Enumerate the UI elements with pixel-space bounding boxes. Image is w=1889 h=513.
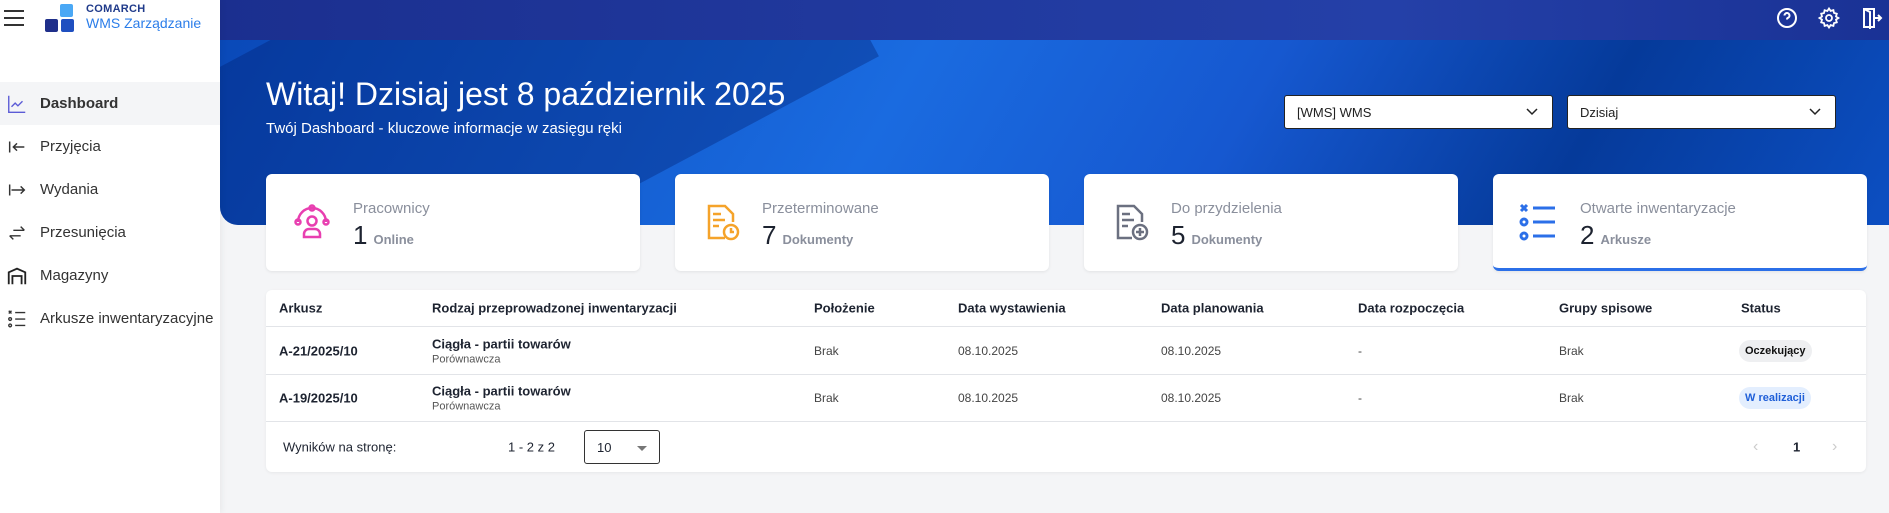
sidebar-item-label: Wydania xyxy=(40,181,99,198)
warehouse-select-value: [WMS] WMS xyxy=(1297,105,1372,120)
column-header[interactable]: Rodzaj przeprowadzonej inwentaryzacji xyxy=(432,301,677,316)
page-range: 1 - 2 z 2 xyxy=(508,439,555,455)
card-unit: Dokumenty xyxy=(782,232,854,247)
cell-data-rozpoczecia: - xyxy=(1358,343,1362,358)
logout-door-icon[interactable] xyxy=(1859,6,1883,30)
card-value: 5 xyxy=(1171,220,1186,250)
chevron-down-icon xyxy=(1809,108,1821,116)
cell-polozenie: Brak xyxy=(814,391,839,405)
status-badge: Oczekujący xyxy=(1739,339,1812,362)
pagination: Wyników na stronę: 10 1 - 2 z 2 ‹ 1 › xyxy=(266,422,1866,472)
sidebar-item-magazyny[interactable]: Magazyny xyxy=(0,254,220,297)
period-select-value: Dzisiaj xyxy=(1580,105,1619,120)
sidebar-item-label: Dashboard xyxy=(40,95,119,112)
hamburger-menu-icon[interactable] xyxy=(4,10,24,26)
cell-data-wystawienia: 08.10.2025 xyxy=(958,391,1019,405)
settings-gear-icon[interactable] xyxy=(1817,6,1841,30)
sidebar-item-label: Arkusze inwentaryzacyjne xyxy=(40,310,214,327)
employee-network-icon xyxy=(294,204,330,239)
sidebar-item-przesuniecia[interactable]: Przesunięcia xyxy=(0,211,220,254)
status-badge: W realizacji xyxy=(1739,387,1811,409)
cell-grupy: Brak xyxy=(1559,391,1584,405)
card-label: Przeterminowane xyxy=(762,200,879,217)
table-row[interactable]: A-19/2025/10 Ciągła - partii towarów Poró… xyxy=(266,375,1866,422)
column-header[interactable]: Data planowania xyxy=(1161,301,1264,316)
card-do-przydzielenia[interactable]: Do przydzielenia 5 Dokumenty xyxy=(1084,174,1458,271)
cell-rodzaj-sub: Porównawcza xyxy=(432,353,501,365)
column-header[interactable]: Arkusz xyxy=(279,301,322,316)
inventory-table: Arkusz Rodzaj przeprowadzonej inwentaryz… xyxy=(266,290,1866,472)
cell-arkusz: A-21/2025/10 xyxy=(279,343,358,358)
cell-arkusz: A-19/2025/10 xyxy=(279,390,358,406)
document-clock-icon xyxy=(707,204,740,241)
sidebar-item-przyjecia[interactable]: Przyjęcia xyxy=(0,125,220,168)
chart-line-icon xyxy=(8,95,26,113)
sidebar-item-dashboard[interactable]: Dashboard xyxy=(0,82,220,125)
card-otwarte-inwentaryzacje[interactable]: Otwarte inwentaryzacje 2 Arkusze xyxy=(1493,174,1867,271)
prev-page-chevron-icon[interactable]: ‹ xyxy=(1753,438,1758,456)
period-select[interactable]: Dzisiaj xyxy=(1567,95,1836,129)
card-value: 1 xyxy=(353,220,368,250)
card-unit: Arkusze xyxy=(1600,232,1652,247)
sidebar-item-wydania[interactable]: Wydania xyxy=(0,168,220,211)
page-subtitle: Twój Dashboard - kluczowe informacje w z… xyxy=(266,120,622,137)
cell-data-planowania: 08.10.2025 xyxy=(1161,391,1222,405)
card-unit: Online xyxy=(373,232,414,247)
cell-rodzaj: Ciągła - partii towarów xyxy=(432,336,571,351)
card-value: 2 xyxy=(1580,220,1595,250)
column-header[interactable]: Położenie xyxy=(814,301,875,316)
logo[interactable]: COMARCH WMS Zarządzanie xyxy=(44,2,201,32)
top-bar xyxy=(220,0,1889,40)
sidebar: COMARCH WMS Zarządzanie Dashboard Przyjęc… xyxy=(0,0,220,513)
card-label: Pracownicy xyxy=(353,200,430,217)
per-page-value: 10 xyxy=(597,440,612,455)
sidebar-nav: Dashboard Przyjęcia Wydania Przesunięcia… xyxy=(0,82,220,340)
arrow-left-bar-icon xyxy=(8,141,25,152)
cell-rodzaj-sub: Porównawcza xyxy=(432,400,501,413)
per-page-label: Wyników na stronę: xyxy=(283,439,397,455)
comarch-logo-icon xyxy=(44,2,80,32)
card-label: Otwarte inwentaryzacje xyxy=(1580,200,1736,217)
arrow-right-bar-icon xyxy=(8,184,26,195)
checklist-icon xyxy=(8,309,26,327)
next-page-chevron-icon[interactable]: › xyxy=(1832,438,1837,456)
card-pracownicy[interactable]: Pracownicy 1 Online xyxy=(266,174,640,271)
table-row[interactable]: A-21/2025/10 Ciągła - partii towarów Poró… xyxy=(266,327,1866,375)
document-add-icon xyxy=(1116,204,1149,241)
sidebar-item-arkusze-inwentaryzacyjne[interactable]: Arkusze inwentaryzacyjne xyxy=(0,297,220,340)
warehouse-icon xyxy=(7,267,27,284)
column-header[interactable]: Status xyxy=(1741,301,1781,316)
sidebar-item-label: Przesunięcia xyxy=(40,224,126,241)
card-przeterminowane[interactable]: Przeterminowane 7 Dokumenty xyxy=(675,174,1049,271)
sidebar-item-label: Przyjęcia xyxy=(40,138,101,155)
card-label: Do przydzielenia xyxy=(1171,200,1282,217)
cell-data-wystawienia: 08.10.2025 xyxy=(958,343,1019,358)
current-page[interactable]: 1 xyxy=(1793,440,1800,455)
card-value: 7 xyxy=(762,220,777,250)
column-header[interactable]: Data rozpoczęcia xyxy=(1358,301,1464,316)
table-header: Arkusz Rodzaj przeprowadzonej inwentaryz… xyxy=(266,290,1866,327)
chevron-down-icon xyxy=(1526,108,1538,116)
page-title: Witaj! Dzisiaj jest 8 październik 2025 xyxy=(266,76,786,112)
product-name: WMS Zarządzanie xyxy=(86,15,202,31)
cell-data-planowania: 08.10.2025 xyxy=(1161,343,1222,358)
help-icon[interactable] xyxy=(1775,6,1799,30)
cell-polozenie: Brak xyxy=(814,343,839,358)
sidebar-item-label: Magazyny xyxy=(40,267,109,284)
cell-data-rozpoczecia: - xyxy=(1358,391,1362,405)
swap-icon xyxy=(9,225,25,240)
column-header[interactable]: Data wystawienia xyxy=(958,301,1066,316)
warehouse-select[interactable]: [WMS] WMS xyxy=(1284,95,1553,129)
cell-rodzaj: Ciągła - partii towarów xyxy=(432,383,571,399)
card-unit: Dokumenty xyxy=(1191,232,1263,247)
column-header[interactable]: Grupy spisowe xyxy=(1559,301,1652,316)
cell-grupy: Brak xyxy=(1559,343,1584,358)
brand-name: COMARCH xyxy=(86,3,146,15)
checklist-icon xyxy=(1519,203,1555,241)
per-page-select[interactable]: 10 xyxy=(584,430,660,464)
